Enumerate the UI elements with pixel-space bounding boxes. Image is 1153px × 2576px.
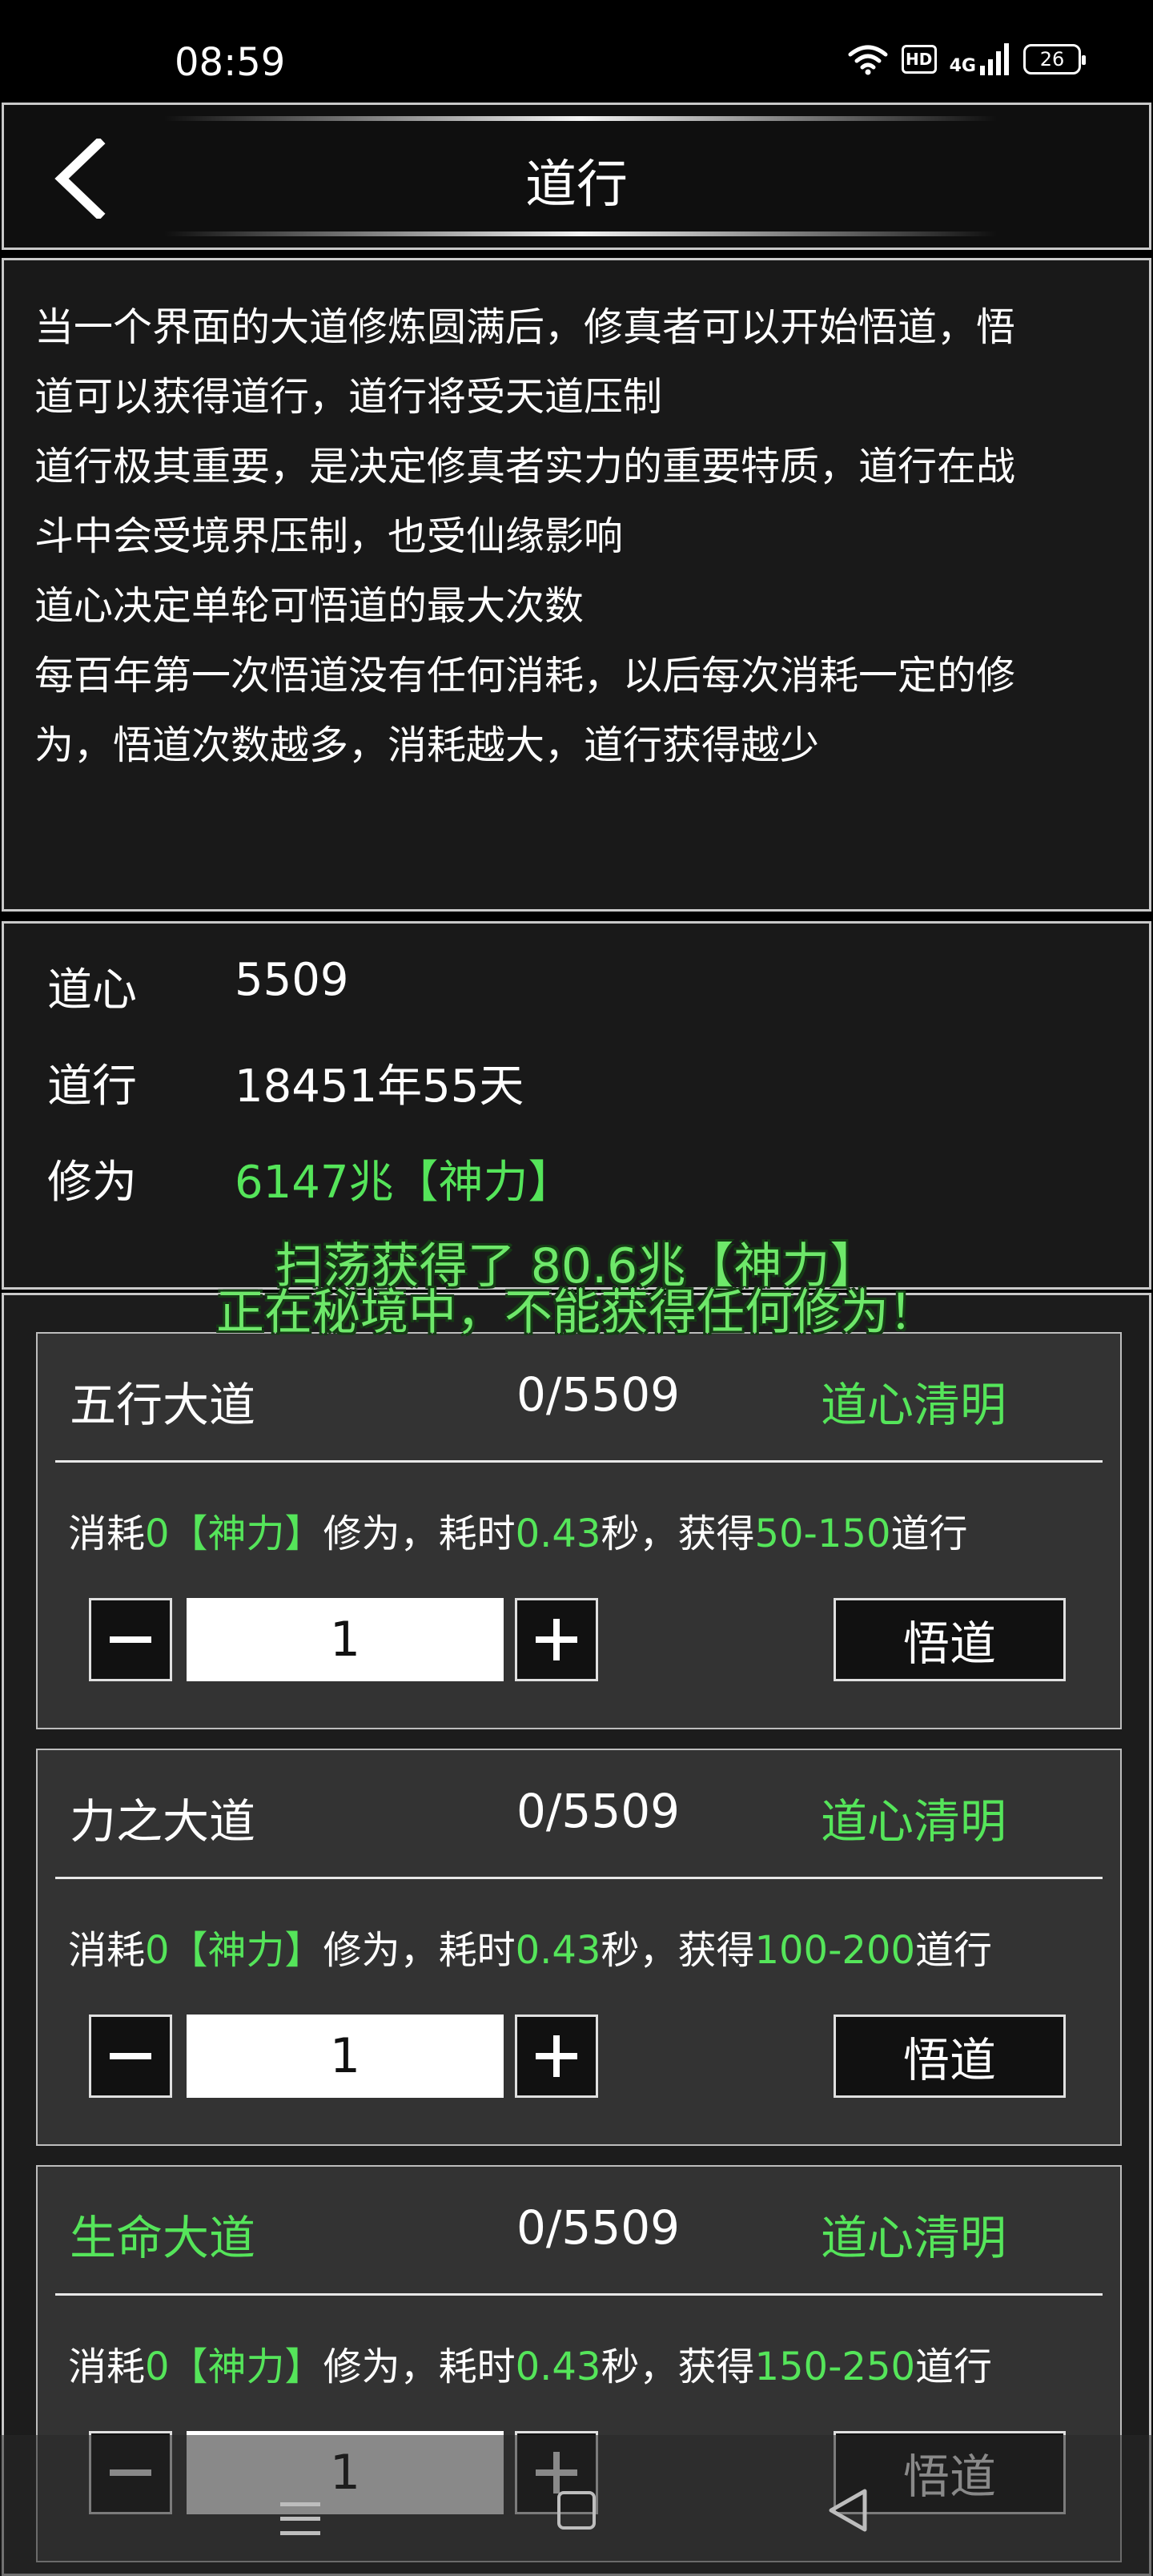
battery-icon: 26 bbox=[1023, 44, 1086, 74]
network-type-label: 4G bbox=[949, 56, 976, 76]
gain-value: 150-250 bbox=[754, 2345, 916, 2389]
dao-state: 道心清明 bbox=[821, 2211, 1007, 2265]
dao-cost-description: 消耗0【神力】修为，耗时0.43秒，获得150-250道行 bbox=[68, 2335, 992, 2391]
dao-card: 五行大道 0/5509 道心清明 消耗0【神力】修为，耗时0.43秒，获得50-… bbox=[36, 1332, 1122, 1729]
back-triangle-icon[interactable] bbox=[828, 2488, 868, 2533]
dao-state: 道心清明 bbox=[821, 1378, 1007, 1432]
status-time: 08:59 bbox=[175, 40, 286, 85]
cost-value: 0【神力】 bbox=[145, 1511, 323, 1556]
cost-prefix: 消耗 bbox=[68, 1928, 146, 1973]
description-panel: 当一个界面的大道修炼圆满后，修真者可以开始悟道，悟 道可以获得道行，道行将受天道… bbox=[2, 258, 1151, 912]
gain-suffix: 道行 bbox=[890, 1511, 968, 1556]
increase-button[interactable] bbox=[515, 1598, 598, 1681]
cost-mid: 修为，耗时 bbox=[323, 2345, 516, 2389]
cost-mid: 修为，耗时 bbox=[323, 1928, 516, 1973]
time-value: 0.43 bbox=[515, 1511, 601, 1556]
signal-icon: 4G bbox=[950, 43, 1010, 75]
menu-icon[interactable] bbox=[280, 2501, 320, 2538]
quantity-input[interactable] bbox=[187, 2015, 504, 2098]
comprehend-button[interactable]: 悟道 bbox=[834, 2015, 1066, 2098]
time-suffix: 秒，获得 bbox=[601, 1511, 755, 1556]
cost-prefix: 消耗 bbox=[68, 1511, 146, 1556]
decrease-button[interactable] bbox=[89, 2015, 172, 2098]
daoxing-label: 道行 bbox=[47, 1061, 137, 1113]
gain-value: 100-200 bbox=[754, 1928, 916, 1973]
title-bar: 道行 bbox=[2, 103, 1151, 250]
status-icons: HD 4G 26 bbox=[847, 43, 1086, 75]
daoxin-label: 道心 bbox=[47, 964, 137, 1016]
card-divider bbox=[55, 2293, 1103, 2296]
cost-value: 0【神力】 bbox=[145, 2345, 323, 2389]
comprehend-button[interactable]: 悟道 bbox=[834, 1598, 1066, 1681]
dao-progress: 0/5509 bbox=[516, 1367, 681, 1422]
dao-name: 五行大道 bbox=[70, 1378, 256, 1432]
description-line: 斗中会受境界压制，也受仙缘影响 bbox=[34, 513, 624, 559]
dao-cost-description: 消耗0【神力】修为，耗时0.43秒，获得50-150道行 bbox=[68, 1502, 968, 1558]
gain-suffix: 道行 bbox=[915, 2345, 993, 2389]
system-nav-bar bbox=[0, 2435, 1153, 2576]
cost-prefix: 消耗 bbox=[68, 2345, 146, 2389]
xiuwei-label: 修为 bbox=[47, 1157, 137, 1209]
time-value: 0.43 bbox=[515, 2345, 601, 2389]
secret-realm-notice: 正在秘境中，不能获得任何修为！ bbox=[216, 1285, 937, 1341]
xiuwei-value: 6147兆【神力】 bbox=[235, 1157, 573, 1209]
minus-icon bbox=[110, 2053, 151, 2059]
time-suffix: 秒，获得 bbox=[601, 1928, 755, 1973]
description-line: 每百年第一次悟道没有任何消耗，以后每次消耗一定的修 bbox=[34, 653, 1016, 698]
daoxin-value: 5509 bbox=[235, 954, 349, 1006]
wifi-icon bbox=[848, 45, 888, 75]
minus-icon bbox=[110, 1636, 151, 1643]
page-title: 道行 bbox=[525, 155, 628, 215]
card-divider bbox=[55, 1877, 1103, 1879]
signal-bars-icon bbox=[980, 43, 1009, 75]
description-line: 道可以获得道行，道行将受天道压制 bbox=[34, 374, 663, 420]
time-suffix: 秒，获得 bbox=[601, 2345, 755, 2389]
cost-mid: 修为，耗时 bbox=[323, 1511, 516, 1556]
dao-progress: 0/5509 bbox=[516, 2200, 681, 2255]
card-divider bbox=[55, 1460, 1103, 1463]
increase-button[interactable] bbox=[515, 2015, 598, 2098]
quantity-input[interactable] bbox=[187, 1598, 504, 1681]
dao-progress: 0/5509 bbox=[516, 1784, 681, 1838]
gain-suffix: 道行 bbox=[915, 1928, 993, 1973]
description-line: 道心决定单轮可悟道的最大次数 bbox=[34, 583, 585, 629]
dao-name: 力之大道 bbox=[70, 1794, 256, 1849]
daoxing-value: 18451年55天 bbox=[235, 1061, 524, 1113]
title-decoration-bottom bbox=[164, 231, 997, 236]
plus-icon bbox=[536, 2035, 577, 2077]
dao-cost-description: 消耗0【神力】修为，耗时0.43秒，获得100-200道行 bbox=[68, 1918, 992, 1974]
gain-value: 50-150 bbox=[754, 1511, 891, 1556]
dao-state: 道心清明 bbox=[821, 1794, 1007, 1849]
dao-name: 生命大道 bbox=[70, 2211, 256, 2265]
status-bar: 08:59 HD 4G 26 bbox=[0, 0, 1153, 101]
description-line: 当一个界面的大道修炼圆满后，修真者可以开始悟道，悟 bbox=[34, 304, 1016, 350]
cost-value: 0【神力】 bbox=[145, 1928, 323, 1973]
home-icon[interactable] bbox=[557, 2491, 596, 2530]
title-decoration-top bbox=[164, 116, 997, 121]
plus-icon bbox=[536, 1619, 577, 1660]
dao-card: 力之大道 0/5509 道心清明 消耗0【神力】修为，耗时0.43秒，获得100… bbox=[36, 1749, 1122, 2146]
decrease-button[interactable] bbox=[89, 1598, 172, 1681]
description-line: 为，悟道次数越多，消耗越大，道行获得越少 bbox=[34, 722, 820, 768]
time-value: 0.43 bbox=[515, 1928, 601, 1973]
hd-icon: HD bbox=[901, 45, 937, 74]
description-line: 道行极其重要，是决定修真者实力的重要特质，道行在战 bbox=[34, 444, 1016, 489]
dao-list-panel: 五行大道 0/5509 道心清明 消耗0【神力】修为，耗时0.43秒，获得50-… bbox=[2, 1293, 1151, 2576]
